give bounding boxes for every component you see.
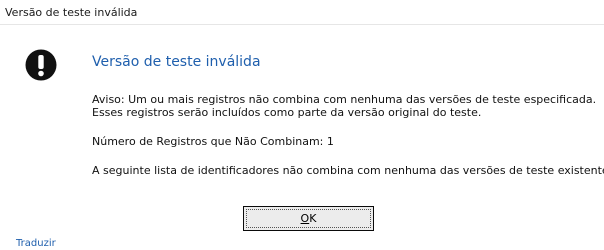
warning-message-line-1: Aviso: Um ou mais registros não combina … [92, 93, 597, 106]
ok-button-label-rest: K [309, 212, 317, 225]
mismatch-count-text: Número de Registros que Não Combinam: 1 [92, 135, 334, 148]
window-title: Versão de teste inválida [5, 6, 138, 19]
ok-button-mnemonic: O [300, 212, 310, 225]
ok-button[interactable]: OK [243, 206, 374, 231]
title-bar: Versão de teste inválida [0, 0, 604, 25]
translate-link[interactable]: Traduzir [16, 238, 56, 249]
warning-message: Aviso: Um ou mais registros não combina … [92, 93, 596, 119]
identifier-list-intro: A seguinte lista de identificadores não … [92, 164, 604, 177]
error-exclamation-icon [25, 49, 57, 81]
warning-message-line-2: Esses registros serão incluídos como par… [92, 106, 482, 119]
ok-button-focus-rect: OK [246, 209, 371, 228]
dialog-heading: Versão de teste inválida [92, 54, 261, 70]
